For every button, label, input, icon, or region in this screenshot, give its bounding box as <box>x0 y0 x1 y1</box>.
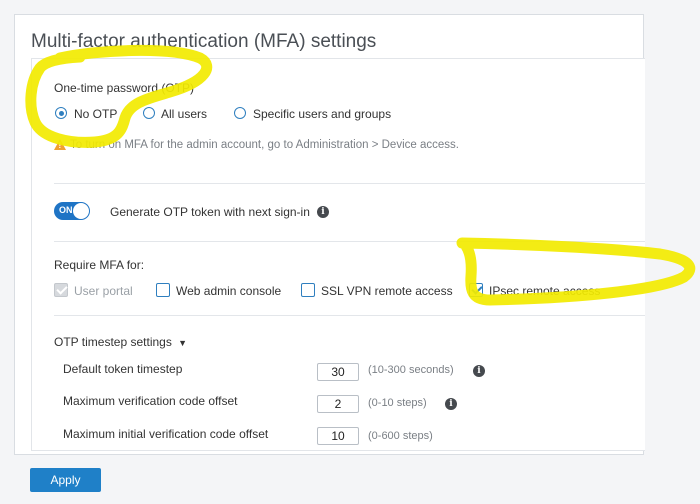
generate-otp-label: Generate OTP token with next sign-in <box>110 205 310 219</box>
warning-text: To turn on MFA for the admin account, go… <box>70 139 459 151</box>
radio-label: No OTP <box>74 107 118 121</box>
timestep-row-label: Maximum verification code offset <box>63 394 238 408</box>
timestep-row-label: Default token timestep <box>63 362 183 376</box>
timestep-heading: OTP timestep settings <box>54 335 172 349</box>
max-verification-offset-input[interactable] <box>317 395 359 413</box>
require-mfa-heading: Require MFA for: <box>54 258 145 272</box>
checkbox-label: User portal <box>74 284 133 298</box>
checkbox-label: Web admin console <box>176 284 282 298</box>
otp-heading: One-time password (OTP) <box>54 81 195 95</box>
toggle-knob <box>73 203 89 219</box>
web-admin-checkbox[interactable] <box>156 283 170 297</box>
timestep-hint: (0-10 steps) <box>368 397 427 409</box>
timestep-hint: (0-600 steps) <box>368 430 433 442</box>
radio-label: All users <box>161 107 208 121</box>
page-title: Multi-factor authentication (MFA) settin… <box>31 31 377 52</box>
radio-label: Specific users and groups <box>253 107 392 121</box>
radio-all-users[interactable] <box>143 107 155 119</box>
divider <box>54 241 645 242</box>
apply-button[interactable]: Apply <box>30 468 101 492</box>
divider <box>54 183 645 184</box>
checkbox-label: IPsec remote access <box>489 284 601 298</box>
radio-specific-users[interactable] <box>234 107 246 119</box>
timestep-row-label: Maximum initial verification code offset <box>63 427 269 441</box>
caret-down-icon: ▼ <box>178 338 188 348</box>
timestep-hint: (10-300 seconds) <box>368 364 454 376</box>
mfa-settings-panel: Multi-factor authentication (MFA) settin… <box>14 14 645 455</box>
info-icon[interactable]: i <box>317 206 329 218</box>
otp-timestep-toggle[interactable]: OTP timestep settings ▼ <box>54 335 187 349</box>
ssl-vpn-checkbox[interactable] <box>301 283 315 297</box>
ipsec-checkbox[interactable] <box>469 283 483 297</box>
checkbox-label: SSL VPN remote access <box>321 284 453 298</box>
user-portal-checkbox <box>54 283 68 297</box>
settings-card: One-time password (OTP) No OTP All users… <box>31 58 645 451</box>
info-icon[interactable]: i <box>445 398 457 410</box>
divider <box>54 315 645 316</box>
radio-no-otp[interactable] <box>55 107 67 119</box>
default-token-timestep-input[interactable] <box>317 363 359 381</box>
info-icon[interactable]: i <box>473 365 485 377</box>
max-initial-verification-offset-input[interactable] <box>317 427 359 445</box>
generate-otp-toggle[interactable]: ON <box>54 202 90 220</box>
